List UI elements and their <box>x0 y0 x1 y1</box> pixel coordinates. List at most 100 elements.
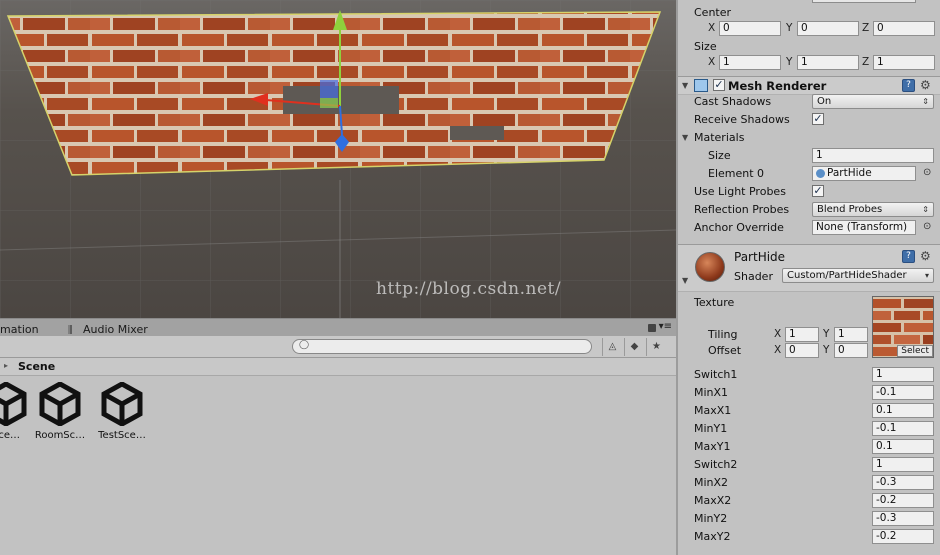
property-value-field[interactable]: 0.1 <box>872 439 934 454</box>
axis-y-label: Y <box>823 344 830 356</box>
object-picker-icon[interactable]: ⊙ <box>923 221 931 232</box>
reflection-probes-dropdown[interactable]: Blend Probes ⇕ <box>812 202 934 217</box>
property-value-field[interactable]: -0.3 <box>872 475 934 490</box>
property-label: MaxX2 <box>694 494 732 507</box>
offset-x-field[interactable]: 0 <box>785 343 819 358</box>
foldout-arrow-icon[interactable]: ▼ <box>682 276 688 285</box>
property-value-field[interactable]: -0.2 <box>872 493 934 508</box>
reflection-probes-row: Reflection Probes Blend Probes ⇕ <box>678 201 940 219</box>
property-value-field[interactable]: 0.1 <box>872 403 934 418</box>
materials-size-label: Size <box>708 149 731 162</box>
foldout-arrow-icon[interactable]: ▼ <box>682 81 688 90</box>
shader-dropdown[interactable]: Custom/PartHideShader ▾ <box>782 268 934 283</box>
cast-shadows-value: On <box>817 96 832 107</box>
asset-test-scene[interactable]: TestSce… <box>92 382 152 441</box>
material-sphere-icon <box>816 169 825 178</box>
element0-value: PartHide <box>827 167 872 179</box>
shader-property-row: MaxY2 -0.2 <box>678 528 940 546</box>
property-label: MinX1 <box>694 386 729 399</box>
reflection-probes-label: Reflection Probes <box>694 203 790 216</box>
axis-y-label: Y <box>786 22 793 34</box>
element0-field[interactable]: PartHide <box>812 166 916 181</box>
property-value-field[interactable]: -0.1 <box>872 421 934 436</box>
tiling-label: Tiling <box>708 328 738 341</box>
property-value-field[interactable]: 1 <box>872 457 934 472</box>
filter-by-type-icon[interactable]: ◬ <box>602 338 622 356</box>
tab-animation[interactable]: imation <box>0 323 39 336</box>
tab-audio-mixer-label: Audio Mixer <box>83 323 148 336</box>
size-fields: X 1 Y 1 Z 1 <box>678 54 940 72</box>
center-z-field[interactable]: 0 <box>873 21 935 36</box>
lock-icon[interactable] <box>648 324 656 332</box>
property-value-field[interactable]: -0.1 <box>872 385 934 400</box>
help-book-icon[interactable]: ? <box>902 79 915 92</box>
asset-room-scene[interactable]: RoomSc… <box>30 382 90 441</box>
mesh-renderer-enabled-checkbox[interactable]: ✓ <box>713 79 725 91</box>
unity-scene-icon <box>39 382 81 426</box>
element0-label: Element 0 <box>708 167 765 180</box>
shader-property-row: Switch1 1 <box>678 366 940 384</box>
scene-view[interactable]: http://blog.csdn.net/ <box>0 0 676 318</box>
gear-icon[interactable]: ⚙ <box>920 249 931 263</box>
property-value-field[interactable]: -0.3 <box>872 511 934 526</box>
material-preview-sphere <box>695 252 725 282</box>
shader-property-row: MaxX1 0.1 <box>678 402 940 420</box>
panel-menu-icon[interactable]: ▾≡ <box>659 321 672 332</box>
help-book-icon[interactable]: ? <box>902 250 915 263</box>
size-y-field[interactable]: 1 <box>797 55 859 70</box>
favorites-star-icon[interactable]: ★ <box>646 338 666 356</box>
property-label: MinX2 <box>694 476 729 489</box>
asset-label: RoomSc… <box>34 430 86 441</box>
offset-row: Offset X 0 Y 0 <box>678 342 940 360</box>
tiling-x-field[interactable]: 1 <box>785 327 819 342</box>
watermark-text: http://blog.csdn.net/ <box>376 279 562 299</box>
shader-label: Shader <box>734 270 773 283</box>
gizmo-plane-handle-xz[interactable] <box>320 98 338 108</box>
mesh-renderer-title: Mesh Renderer <box>728 79 827 93</box>
materials-row[interactable]: ▼ Materials <box>678 129 940 147</box>
center-y-field[interactable]: 0 <box>797 21 859 36</box>
property-label: MaxY2 <box>694 530 731 543</box>
receive-shadows-label: Receive Shadows <box>694 113 790 126</box>
size-z-field[interactable]: 1 <box>873 55 935 70</box>
offset-y-field[interactable]: 0 <box>834 343 868 358</box>
project-toolbar: ◯ ◬ ◆ ★ <box>0 336 676 358</box>
axis-x-label: X <box>774 344 782 356</box>
axis-z-label: Z <box>862 22 870 34</box>
cast-shadows-dropdown[interactable]: On ⇕ <box>812 94 934 109</box>
scene-canvas[interactable] <box>0 0 676 318</box>
unity-scene-icon <box>0 382 27 426</box>
anchor-override-field[interactable]: None (Transform) <box>812 220 916 235</box>
foldout-arrow-icon[interactable]: ▼ <box>682 133 688 142</box>
use-light-probes-row: Use Light Probes ✓ <box>678 183 940 201</box>
axis-z-label: Z <box>862 56 870 68</box>
shader-value: Custom/PartHideShader <box>787 270 907 281</box>
materials-size-field[interactable]: 1 <box>812 148 934 163</box>
size-x-field[interactable]: 1 <box>719 55 781 70</box>
center-x-field[interactable]: 0 <box>719 21 781 36</box>
axis-x-label: X <box>774 328 782 340</box>
cast-shadows-row: Cast Shadows On ⇕ <box>678 93 940 111</box>
use-light-probes-checkbox[interactable]: ✓ <box>812 185 824 197</box>
property-label: MaxX1 <box>694 404 732 417</box>
collapsed-dropdown[interactable] <box>812 0 916 3</box>
filter-by-label-icon[interactable]: ◆ <box>624 338 644 356</box>
gizmo-plane-handle[interactable] <box>320 80 338 98</box>
tiling-y-field[interactable]: 1 <box>834 327 868 342</box>
search-icon: ◯ <box>299 340 310 350</box>
receive-shadows-checkbox[interactable]: ✓ <box>812 113 824 125</box>
tab-audio-mixer[interactable]: ⫼ Audio Mixer <box>68 323 148 336</box>
anchor-override-row: Anchor Override None (Transform) ⊙ <box>678 219 940 237</box>
object-picker-icon[interactable]: ⊙ <box>923 167 931 178</box>
gear-icon[interactable]: ⚙ <box>920 78 931 92</box>
offset-label: Offset <box>708 344 742 357</box>
property-label: Switch2 <box>694 458 738 471</box>
project-panel: imation ⫼ Audio Mixer ▾≡ ◯ ◬ ◆ ★ ▸ Scene … <box>0 318 676 555</box>
property-value-field[interactable]: 1 <box>872 367 934 382</box>
center-label: Center <box>694 6 732 19</box>
property-label: MinY1 <box>694 422 728 435</box>
breadcrumb: ▸ Scene <box>0 358 676 376</box>
property-value-field[interactable]: -0.2 <box>872 529 934 544</box>
breadcrumb-scene[interactable]: Scene <box>18 360 55 373</box>
project-search-input[interactable]: ◯ <box>292 339 592 354</box>
